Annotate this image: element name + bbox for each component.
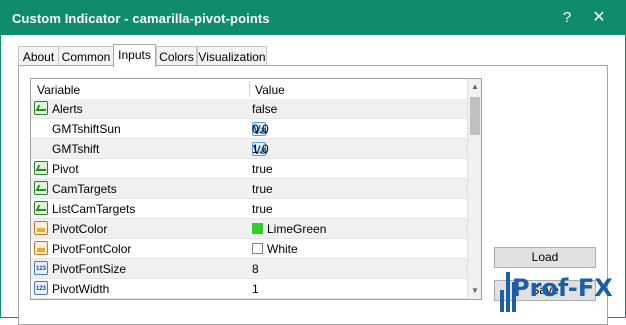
color-name: White [267, 242, 298, 256]
table-row[interactable]: Va GMTshiftSun 0.0 [31, 119, 467, 139]
bool-icon [34, 101, 48, 115]
color-swatch [252, 243, 263, 254]
grid-header: Variable Value [31, 79, 467, 100]
variable-value[interactable]: 1 [252, 282, 259, 296]
table-row[interactable]: Pivot true [31, 159, 467, 179]
variable-name: PivotFontColor [52, 242, 132, 256]
scroll-thumb[interactable] [470, 97, 480, 135]
help-button[interactable]: ? [557, 8, 577, 28]
table-row[interactable]: PivotColor LimeGreen [31, 219, 467, 239]
scroll-down-arrow-icon[interactable]: ▼ [468, 283, 481, 299]
table-row[interactable]: ListCamTargets true [31, 199, 467, 219]
variable-value[interactable]: true [252, 202, 273, 216]
window-title: Custom Indicator - camarilla-pivot-point… [12, 11, 270, 26]
scroll-up-arrow-icon[interactable]: ▲ [468, 79, 481, 95]
color-swatch [252, 223, 263, 234]
number-icon: 123 [34, 261, 48, 275]
variable-name: PivotWidth [52, 282, 110, 296]
tab-about[interactable]: About [18, 46, 59, 66]
table-row[interactable]: 123 PivotWidth 1 [31, 279, 467, 299]
table-row[interactable]: 123 PivotFontSize 8 [31, 259, 467, 279]
tab-common[interactable]: Common [58, 46, 114, 66]
variable-name: CamTargets [52, 182, 117, 196]
tab-inputs[interactable]: Inputs [113, 44, 156, 67]
column-separator[interactable] [249, 81, 250, 97]
variable-value[interactable]: 8 [252, 262, 259, 276]
variable-value[interactable]: LimeGreen [252, 222, 326, 236]
table-row[interactable]: Va GMTshift 1.0 [31, 139, 467, 159]
variable-name: PivotFontSize [52, 262, 127, 276]
inputs-grid: Variable Value Alerts false Va GMTshiftS… [30, 78, 482, 300]
bool-icon [34, 181, 48, 195]
bool-icon [34, 201, 48, 215]
table-row[interactable]: Alerts false [31, 99, 467, 119]
color-icon [34, 221, 48, 235]
variable-name: PivotColor [52, 222, 108, 236]
variable-value[interactable]: 0.0 [252, 122, 269, 136]
variable-value[interactable]: true [252, 162, 273, 176]
number-icon: 123 [34, 281, 48, 295]
variable-name: Alerts [52, 102, 83, 116]
variable-name: GMTshift [52, 142, 100, 156]
variable-name: GMTshiftSun [52, 122, 121, 136]
load-button[interactable]: Load [494, 247, 596, 268]
variable-value[interactable]: 1.0 [252, 142, 269, 156]
variable-value[interactable]: White [252, 242, 298, 256]
color-icon [34, 241, 48, 255]
tab-colors[interactable]: Colors [156, 46, 197, 66]
color-name: LimeGreen [267, 222, 327, 236]
variable-name: Pivot [52, 162, 79, 176]
variable-name: ListCamTargets [52, 202, 136, 216]
watermark-text: Prof-FX [512, 274, 613, 302]
title-bar[interactable]: Custom Indicator - camarilla-pivot-point… [1, 1, 625, 35]
watermark-logo: Prof-FX [500, 268, 624, 312]
close-button[interactable]: ✕ [589, 8, 609, 28]
column-header-value[interactable]: Value [255, 83, 285, 97]
column-header-variable[interactable]: Variable [37, 83, 80, 97]
vertical-scrollbar[interactable]: ▲ ▼ [467, 79, 481, 299]
variable-value[interactable]: false [252, 102, 277, 116]
tab-visualization[interactable]: Visualization [197, 46, 267, 66]
table-row[interactable]: CamTargets true [31, 179, 467, 199]
bool-icon [34, 161, 48, 175]
table-row[interactable]: PivotFontColor White [31, 239, 467, 259]
variable-value[interactable]: true [252, 182, 273, 196]
